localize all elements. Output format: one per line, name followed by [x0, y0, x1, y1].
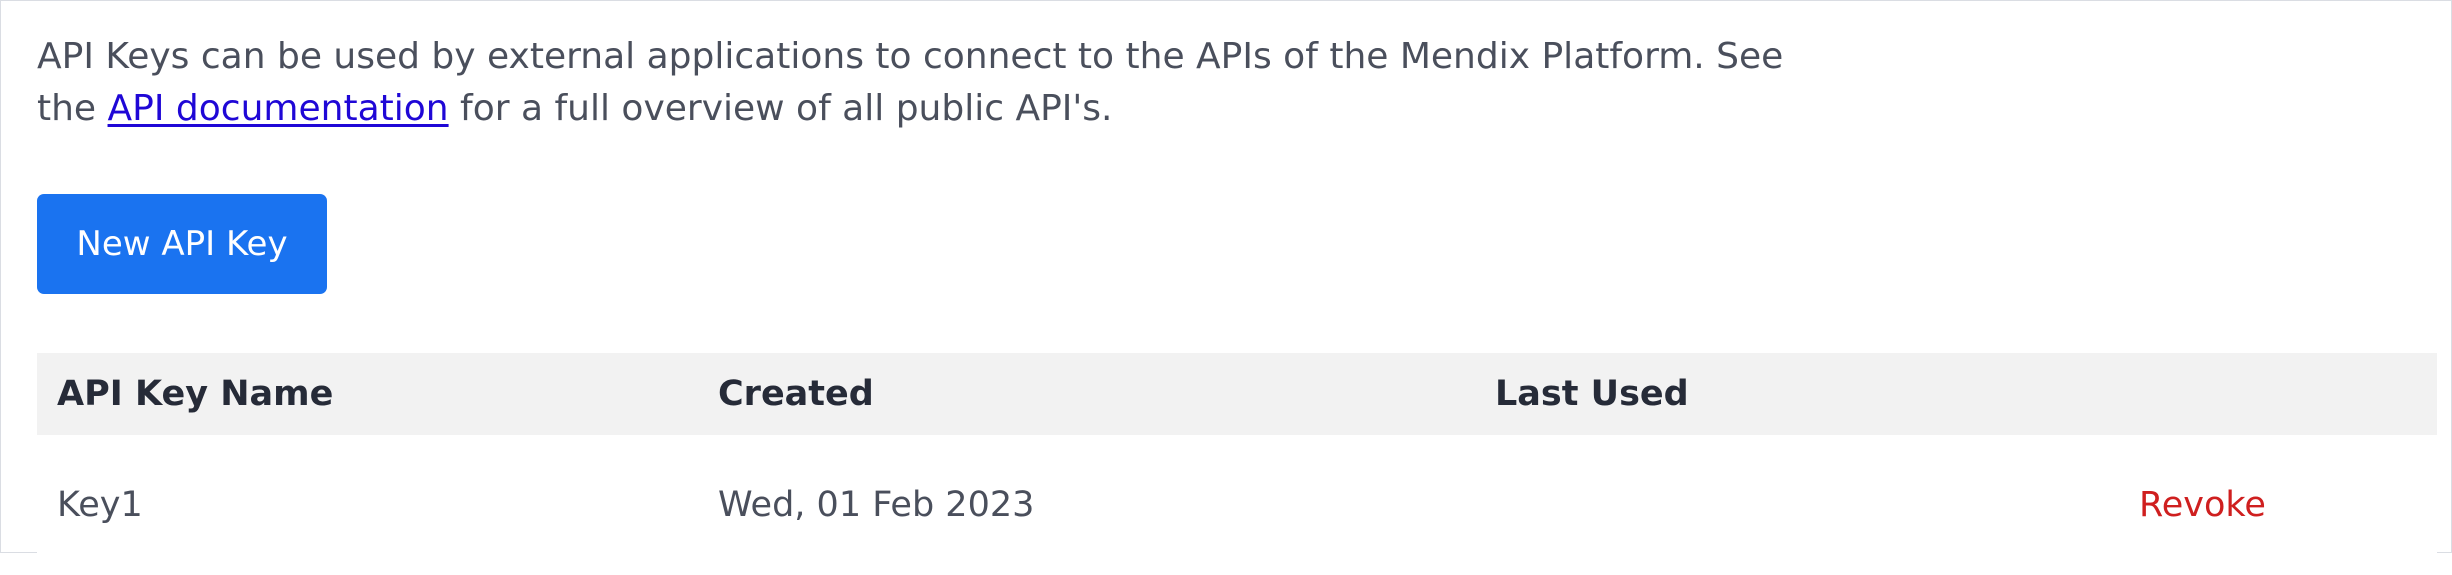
- intro-text-after: for a full overview of all public API's.: [448, 88, 1113, 129]
- table-row: Key1 Wed, 01 Feb 2023 Revoke: [37, 435, 2437, 575]
- new-api-key-button[interactable]: New API Key: [37, 194, 327, 294]
- api-documentation-link[interactable]: API documentation: [108, 88, 449, 129]
- column-header-api-key-name: API Key Name: [57, 374, 334, 414]
- api-keys-table: API Key Name Created Last Used Key1 Wed,…: [37, 353, 2437, 575]
- api-key-created-cell: Wed, 01 Feb 2023: [718, 485, 1035, 525]
- column-header-created: Created: [718, 374, 874, 414]
- column-header-last-used: Last Used: [1495, 374, 1689, 414]
- api-keys-panel: API Keys can be used by external applica…: [0, 0, 2452, 575]
- table-header-row: API Key Name Created Last Used: [37, 353, 2437, 435]
- api-key-name-cell: Key1: [57, 485, 143, 525]
- intro-text: API Keys can be used by external applica…: [37, 31, 1797, 135]
- revoke-link[interactable]: Revoke: [2139, 435, 2266, 575]
